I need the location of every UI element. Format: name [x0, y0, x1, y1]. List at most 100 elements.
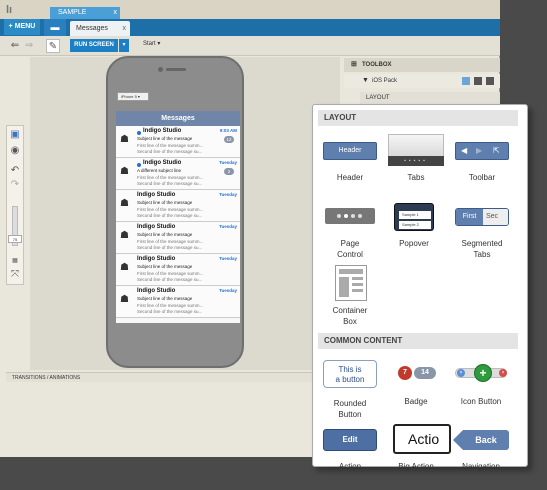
popover-tool[interactable]: Sample 1 Sample 2 [394, 203, 434, 231]
container-line [352, 283, 363, 286]
message-preview-line1: First line of the message summ... [137, 175, 204, 180]
badge-red[interactable]: 7 [398, 366, 412, 380]
header-tool[interactable]: Header [323, 142, 377, 160]
transitions-bar[interactable]: TRANSITIONS / ANIMATIONS [6, 372, 346, 382]
segmented-tabs-tool-label: Segmented Tabs [461, 239, 503, 259]
page-control-tool-label: Page Control [337, 239, 363, 259]
list-item[interactable]: ☗ Indigo Studio Tuesday A different subj… [116, 158, 240, 190]
message-subject: Subject line of the message [137, 232, 193, 237]
segment-second: Sec [483, 209, 508, 225]
message-time: Tuesday [219, 256, 237, 261]
left-arrow-icon: ◀ [461, 146, 468, 155]
popover-row: Sample 1 [399, 211, 431, 219]
big-action-tool[interactable]: Actio [393, 424, 451, 454]
speaker-slot [166, 68, 186, 71]
fit-100-icon[interactable]: ▦ [7, 254, 23, 268]
camera-icon[interactable]: ◉ [7, 144, 23, 158]
message-sender: Indigo Studio [137, 224, 176, 230]
close-icon[interactable]: x [114, 7, 118, 19]
unread-dot [137, 163, 141, 167]
container-box-tool[interactable] [335, 265, 367, 301]
icon-button-tool-label: Icon Button [460, 397, 502, 406]
toolbar-tool-label: Toolbar [468, 173, 496, 182]
rounded-button-tool-label: Rounded Button [333, 399, 367, 419]
action-tool[interactable]: Edit [323, 429, 377, 451]
pencil-icon[interactable]: ✎ [46, 39, 60, 53]
icon-button-tool[interactable]: × × + [455, 364, 511, 382]
message-time: Tuesday [219, 192, 237, 197]
tab-messages[interactable]: Messages x [70, 21, 130, 36]
person-icon: ☗ [120, 230, 129, 241]
undo-icon[interactable]: ↶ [7, 164, 23, 178]
forward-arrow-icon[interactable]: ⇒ [22, 39, 36, 53]
tabs-tool-label: Tabs [407, 173, 425, 182]
list-item[interactable]: ☗ Indigo Studio Tuesday Subject line of … [116, 286, 240, 318]
count-badge: 12 [224, 136, 234, 143]
message-preview-line2: Second line of the message su... [137, 149, 203, 154]
close-icon[interactable]: x [123, 21, 127, 36]
message-subject: Subject line of the message [137, 136, 193, 141]
app-screenshot: lı SAMPLE x + MENU ▬ Messages x ⇐ ⇒ ✎ RU… [0, 0, 547, 490]
person-icon: ☗ [120, 294, 129, 305]
message-preview-line1: First line of the message summ... [137, 239, 204, 244]
layout-section-header: LAYOUT [318, 110, 518, 126]
fit-screen-icon[interactable]: ⤧ [7, 268, 23, 282]
message-sender: Indigo Studio [143, 160, 182, 166]
message-sender: Indigo Studio [137, 256, 176, 262]
page-control-tool[interactable] [325, 208, 375, 224]
person-icon: ☗ [120, 198, 129, 209]
message-time: Tuesday [219, 288, 237, 293]
run-screen-button[interactable]: RUN SCREEN [70, 39, 118, 52]
segment-first: First [456, 209, 483, 225]
share-icon: ⇱ [493, 146, 500, 155]
list-view-icon[interactable] [474, 77, 482, 85]
container-line [352, 277, 363, 280]
app-logo-icon: lı [6, 4, 13, 16]
camera-dot [158, 67, 163, 72]
container-bar [339, 269, 363, 274]
list-item[interactable]: ☗ Indigo Studio Tuesday Subject line of … [116, 222, 240, 254]
save-icon[interactable]: ▣ [7, 128, 23, 142]
container-side [339, 277, 349, 297]
page-dot [337, 214, 341, 218]
grid-view-icon[interactable] [462, 77, 470, 85]
detail-view-icon[interactable] [486, 77, 494, 85]
page-dot [358, 214, 362, 218]
message-preview-line2: Second line of the message su... [137, 309, 203, 314]
popover-tool-label: Popover [399, 239, 429, 248]
message-sender: Indigo Studio [143, 128, 182, 134]
list-item[interactable]: ☗ Indigo Studio 9:03 AM Subject line of … [116, 126, 240, 158]
redo-icon[interactable]: ↷ [7, 178, 23, 192]
list-item[interactable]: ☗ Indigo Studio Tuesday Subject line of … [116, 190, 240, 222]
message-preview-line1: First line of the message summ... [137, 207, 204, 212]
list-item[interactable]: ☗ Indigo Studio Tuesday Subject line of … [116, 254, 240, 286]
back-arrow-icon[interactable]: ⇐ [8, 39, 22, 53]
run-dropdown-icon[interactable]: ▾ [119, 39, 129, 52]
message-time: Tuesday [219, 224, 237, 229]
badge-gray[interactable]: 14 [414, 367, 436, 379]
close-icon: × [457, 369, 465, 377]
tab-sample[interactable]: SAMPLE x [50, 7, 120, 19]
unread-dot [137, 131, 141, 135]
toolbox-title: TOOLBOX [362, 62, 392, 68]
left-toolbar: ▣ ◉ ↶ ↷ 75 ▦ ⤧ [6, 125, 24, 285]
segmented-tabs-tool[interactable]: First Sec [455, 208, 509, 226]
common-content-header: COMMON CONTENT [318, 333, 518, 349]
layout-section-row[interactable]: LAYOUT [360, 92, 500, 104]
person-icon: ☗ [120, 166, 129, 177]
navigation-tool[interactable]: Back [463, 430, 509, 450]
toolbox-header[interactable]: ⊞ TOOLBOX [344, 58, 500, 72]
device-selector[interactable]: iPhone 5 ▾ [117, 92, 149, 101]
toolbar-tool[interactable]: ◀ ▶ ⇱ [455, 142, 509, 160]
folder-icon[interactable]: ▬ [44, 19, 66, 36]
start-dropdown[interactable]: Start ▾ [143, 40, 160, 47]
nav-title: Messages [116, 111, 240, 126]
menu-button[interactable]: + MENU [4, 19, 40, 35]
message-preview-line1: First line of the message summ... [137, 303, 204, 308]
tab-messages-label: Messages [76, 25, 108, 32]
message-preview-line1: First line of the message summ... [137, 143, 204, 148]
message-preview-line2: Second line of the message su... [137, 277, 203, 282]
message-time: Tuesday [219, 160, 237, 165]
message-subject: A different subject line [137, 168, 181, 173]
rounded-button-tool[interactable]: This is a button [323, 360, 377, 388]
